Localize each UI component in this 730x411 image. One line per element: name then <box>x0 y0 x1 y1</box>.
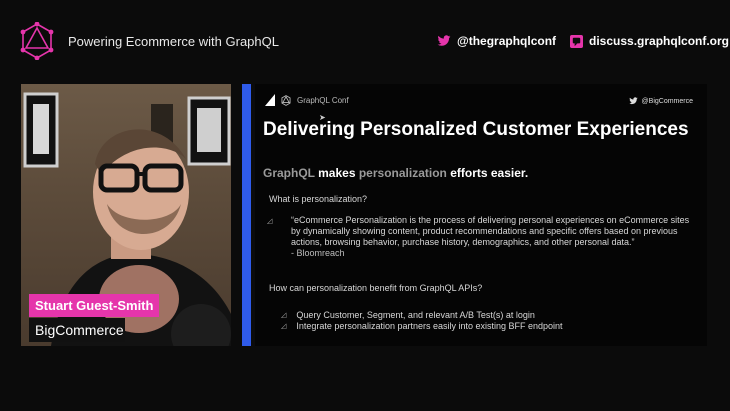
question-how-can: How can personalization benefit from Gra… <box>269 283 483 293</box>
bullet-arrow-icon: ◿ <box>281 323 287 330</box>
discuss-url: discuss.graphqlconf.org <box>589 34 730 48</box>
list-item: ◿ Integrate personalization partners eas… <box>281 321 563 332</box>
benefit-list: ◿ Query Customer, Segment, and relevant … <box>281 310 563 332</box>
list-item-text: Query Customer, Segment, and relevant A/… <box>296 310 535 320</box>
discuss-link[interactable]: discuss.graphqlconf.org <box>570 34 729 48</box>
slide-brand-row: GraphQL Conf <box>265 94 349 106</box>
bullet-arrow-icon: ◿ <box>281 312 287 319</box>
mouse-cursor-icon: ➤ <box>319 113 326 122</box>
quote-text: “eCommerce Personalization is the proces… <box>291 215 690 247</box>
subtitle-makes: makes <box>314 166 359 180</box>
slide-subtitle: GraphQL makes personalization efforts ea… <box>263 166 528 180</box>
speaker-name-badge: Stuart Guest-Smith <box>29 294 160 317</box>
list-item-text: Integrate personalization partners easil… <box>296 321 563 331</box>
bigcommerce-logo-icon <box>265 94 275 106</box>
personalization-quote: ◿ “eCommerce Personalization is the proc… <box>267 215 696 259</box>
subtitle-suffix: efforts easier. <box>446 166 529 180</box>
speaker-company-badge: BigCommerce <box>29 318 125 342</box>
bullet-arrow-icon: ◿ <box>267 218 273 225</box>
slide-title: Delivering Personalized Customer Experie… <box>263 119 689 140</box>
discuss-icon <box>570 34 583 48</box>
twitter-icon <box>437 35 451 46</box>
top-bar: Powering Ecommerce with GraphQL @thegrap… <box>0 0 730 80</box>
list-item: ◿ Query Customer, Segment, and relevant … <box>281 310 563 321</box>
subtitle-graphql: GraphQL <box>263 166 315 180</box>
conference-title: Powering Ecommerce with GraphQL <box>68 34 279 49</box>
presentation-slide: GraphQL Conf @BigCommerce Delivering Per… <box>255 84 707 346</box>
slide-twitter-handle: @BigCommerce <box>628 97 693 105</box>
slide-brand-label: GraphQL Conf <box>297 95 349 105</box>
slide-handle-text: @BigCommerce <box>641 97 693 105</box>
twitter-icon <box>628 97 638 105</box>
graphql-logo-icon <box>20 22 54 60</box>
quote-source: - Bloomreach <box>291 248 345 258</box>
twitter-link[interactable]: @thegraphqlconf <box>437 34 556 48</box>
twitter-handle: @thegraphqlconf <box>457 34 557 48</box>
graphql-logo-icon <box>281 94 291 106</box>
subtitle-personalization: personalization <box>358 166 447 180</box>
question-what-is: What is personalization? <box>269 194 368 204</box>
slide-accent-bar <box>242 84 251 346</box>
